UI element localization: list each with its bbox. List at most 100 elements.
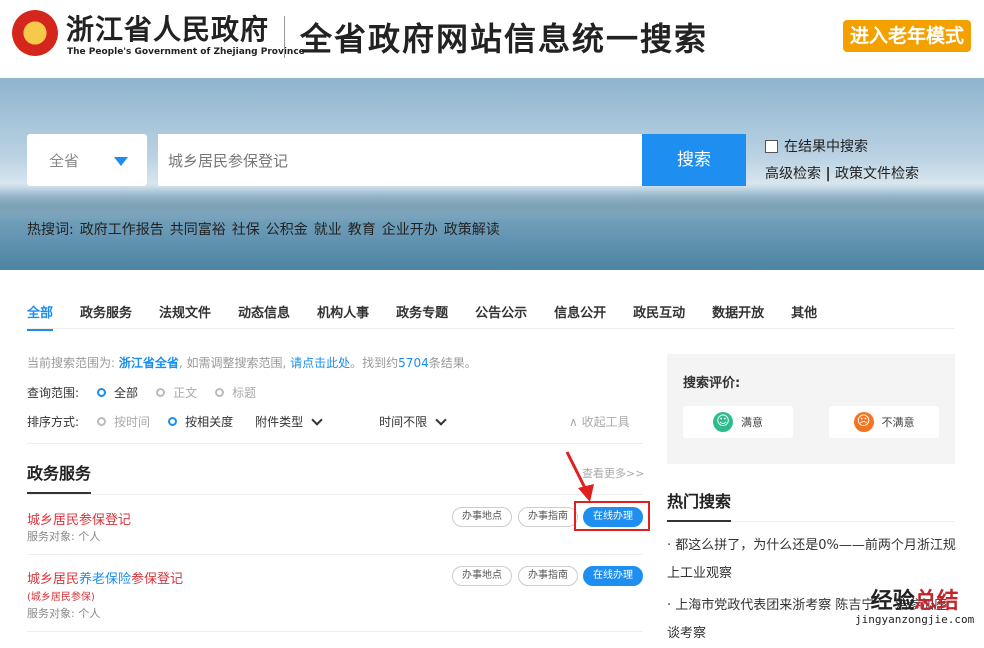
national-emblem-logo [12, 10, 58, 56]
title-highlight: 养老保险 [79, 572, 132, 587]
hot-words-label: 热搜词: [27, 222, 74, 238]
radio-label: 按相关度 [185, 415, 234, 429]
radio-label: 正文 [173, 386, 198, 400]
tab-gov-service[interactable]: 政务服务 [80, 302, 132, 331]
divider [731, 521, 955, 522]
advanced-search-link[interactable]: 高级检索 [765, 166, 821, 182]
link-divider: | [825, 166, 831, 182]
divider [284, 16, 285, 58]
radio-label: 按时间 [114, 415, 151, 429]
hot-word[interactable]: 社保 [232, 222, 260, 238]
result-title-link[interactable]: 城乡居民养老保险参保登记 [27, 568, 183, 587]
tab-regulations[interactable]: 法规文件 [159, 302, 211, 331]
online-service-button[interactable]: 在线办理 [583, 566, 643, 586]
tab-news[interactable]: 动态信息 [238, 302, 290, 331]
divider [27, 443, 643, 444]
hot-search-item[interactable]: · 都这么拼了，为什么还是0%——前两个月浙江规上工业观察 [667, 532, 957, 588]
hot-word[interactable]: 教育 [348, 222, 376, 238]
guide-button[interactable]: 办事指南 [518, 566, 578, 586]
checkbox[interactable] [765, 139, 778, 153]
category-tabs: 全部 政务服务 法规文件 动态信息 机构人事 政务专题 公告公示 信息公开 政民… [27, 302, 844, 331]
radio-label: 全部 [114, 386, 139, 400]
radio-by-time[interactable] [97, 417, 107, 426]
location-button[interactable]: 办事地点 [452, 566, 512, 586]
elder-mode-button[interactable]: 进入老年模式 [843, 20, 971, 52]
hot-search-title: 热门搜索 [667, 492, 732, 511]
hot-word[interactable]: 政府工作报告 [80, 222, 164, 238]
chevron-down-icon [311, 413, 323, 426]
unsatisfied-label: 不满意 [881, 416, 915, 429]
chevron-up-icon: ∧ [569, 415, 582, 429]
tab-interaction[interactable]: 政民互动 [633, 302, 685, 331]
chevron-down-icon [435, 413, 447, 426]
divider [27, 554, 643, 555]
watermark-text: 经验 [870, 589, 915, 614]
watermark-url: jingyanzongjie.com [855, 613, 975, 626]
section-underline [667, 520, 731, 522]
result-title-link[interactable]: 城乡居民参保登记 [27, 509, 131, 528]
change-scope-link[interactable]: 请点击此处 [290, 356, 350, 370]
tab-other[interactable]: 其他 [791, 302, 817, 331]
attachment-type-dropdown[interactable]: 附件类型 [255, 413, 303, 430]
scope-value: 全省 [49, 152, 80, 170]
search-in-results[interactable]: 在结果中搜索 [765, 136, 868, 156]
radio-all[interactable] [97, 388, 107, 397]
radio-label: 标题 [232, 386, 257, 400]
guide-button[interactable]: 办事指南 [518, 507, 578, 527]
sort-filter: 排序方式: 按时间 按相关度 附件类型 时间不限 [27, 413, 447, 430]
view-more-link[interactable]: 查看更多>> [582, 465, 644, 481]
info-text: , 如需调整搜索范围, [178, 356, 291, 370]
result-target: 服务对象: 个人 [27, 530, 101, 543]
search-input[interactable] [158, 134, 642, 186]
result-alias: (城乡居民参保) [27, 592, 95, 603]
radio-by-relevance[interactable] [168, 417, 178, 426]
caret-down-icon [114, 157, 128, 173]
info-text: 。找到约 [350, 356, 399, 370]
info-text: 当前搜索范围为: [27, 356, 119, 370]
location-button[interactable]: 办事地点 [452, 507, 512, 527]
divider [27, 494, 643, 495]
range-filter: 查询范围: 全部 正文 标题 [27, 384, 256, 401]
divider [27, 631, 643, 632]
sort-label: 排序方式: [27, 415, 80, 429]
divider [27, 328, 955, 329]
hot-word[interactable]: 就业 [314, 222, 342, 238]
search-in-results-label: 在结果中搜索 [784, 139, 868, 155]
collapse-label: 收起工具 [581, 415, 630, 429]
org-name-en: The People's Government of Zhejiang Prov… [67, 47, 305, 57]
tab-all[interactable]: 全部 [27, 302, 54, 331]
radio-title[interactable] [215, 388, 225, 397]
tab-disclosure[interactable]: 信息公开 [554, 302, 606, 331]
satisfied-button[interactable]: ☺ 满意 [683, 406, 793, 438]
collapse-tools-button[interactable]: ∧ 收起工具 [569, 413, 630, 430]
highlight-box [574, 501, 650, 531]
policy-search-link[interactable]: 政策文件检索 [835, 166, 919, 182]
hot-word[interactable]: 企业开办 [382, 222, 438, 238]
unsatisfied-button[interactable]: ☹ 不满意 [829, 406, 939, 438]
radio-body[interactable] [156, 388, 166, 397]
hot-word[interactable]: 公积金 [266, 222, 308, 238]
range-label: 查询范围: [27, 386, 80, 400]
search-button[interactable]: 搜索 [642, 134, 746, 186]
result-count: 5704 [398, 356, 429, 370]
watermark: 经验总结 jingyanzongjie.com [855, 583, 974, 626]
hot-word[interactable]: 共同富裕 [170, 222, 226, 238]
hot-word[interactable]: 政策解读 [444, 222, 500, 238]
site-title: 全省政府网站信息统一搜索 [300, 20, 709, 58]
advanced-links: 高级检索 | 政策文件检索 [765, 163, 919, 183]
satisfied-label: 满意 [741, 416, 763, 429]
info-scope: 浙江省全省 [118, 356, 179, 370]
frown-icon: ☹ [853, 412, 874, 432]
tab-open-data[interactable]: 数据开放 [712, 302, 764, 331]
section-title: 政务服务 [27, 464, 92, 483]
tab-notices[interactable]: 公告公示 [475, 302, 527, 331]
tab-topics[interactable]: 政务专题 [396, 302, 448, 331]
result-target: 服务对象: 个人 [27, 607, 101, 620]
tab-personnel[interactable]: 机构人事 [317, 302, 369, 331]
search-info: 当前搜索范围为: 浙江省全省, 如需调整搜索范围, 请点击此处。找到约5704条… [27, 354, 477, 371]
info-text: 条结果。 [428, 356, 477, 370]
watermark-text: 总结 [914, 589, 959, 614]
scope-select[interactable]: 全省 [27, 134, 147, 186]
time-range-dropdown[interactable]: 时间不限 [379, 413, 427, 430]
hot-words: 热搜词: 政府工作报告 共同富裕 社保 公积金 就业 教育 企业开办 政策解读 [27, 219, 506, 239]
